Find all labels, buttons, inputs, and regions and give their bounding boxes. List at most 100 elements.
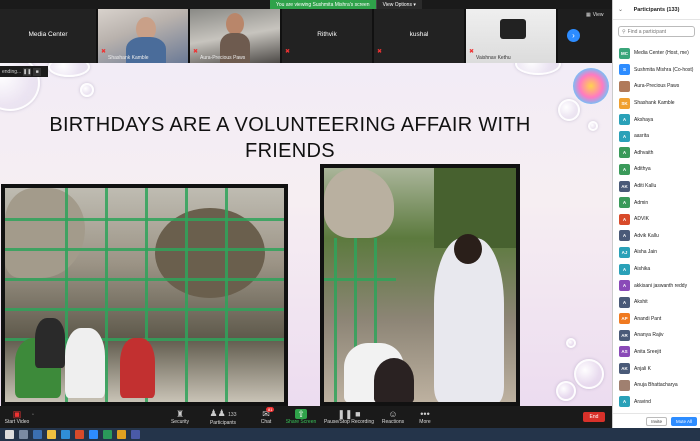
participants-panel: ⌄ Participants (133) ⚲ MC Media Center (H… [612,0,700,428]
participant-row[interactable]: AR Ananya Rajiv [613,327,700,344]
next-page-arrow-icon[interactable]: › [567,29,580,42]
search-taskbar-icon[interactable] [19,430,28,439]
mute-all-button[interactable]: Mute All [670,416,697,426]
start-menu-icon[interactable] [5,430,14,439]
pause-icon[interactable]: ❚❚ [23,67,31,76]
decorative-bubble [566,338,576,348]
start-video-button[interactable]: ▣ Start Video [2,406,32,428]
share-screen-icon: ⇧ [295,409,307,419]
video-tile-kushal[interactable]: kushal ✖ [374,9,466,63]
participant-row[interactable]: A Adithya [613,161,700,178]
chevron-up-icon: ˆ [32,414,34,420]
chevron-down-icon: ▾ [413,1,416,8]
participant-avatar: AR [619,329,630,341]
edge-browser-icon[interactable] [61,430,70,439]
reactions-label: Reactions [381,419,405,425]
participant-name: Aditi Kallu [634,183,657,190]
child-figure [35,318,65,368]
camel-body-shape [155,208,265,298]
grid-view-icon: ▦ [586,12,591,18]
participant-row[interactable]: A ADVIK [613,211,700,228]
fence-bar [334,238,337,402]
participant-row[interactable]: AJ Aisha Jain [613,244,700,261]
participant-avatar: MC [619,47,630,59]
participants-button[interactable]: ♟♟ 133 Participants [206,406,240,428]
video-tile-media-center[interactable]: Media Center [0,9,98,63]
office-icon[interactable] [75,430,84,439]
participant-row[interactable]: AP Anandi Pant [613,311,700,328]
recording-button[interactable]: ❚❚ ■ Pause/Stop Recording [322,406,376,428]
video-tile-shashank[interactable]: ✖ Shashank Kamble [98,9,190,63]
participant-row[interactable]: Aura-Precious Paws [613,78,700,95]
app-icon[interactable] [131,430,140,439]
child-figure [65,328,105,398]
zoom-app-icon[interactable] [89,430,98,439]
slide-title: BIRTHDAYS ARE A VOLUNTEERING AFFAIR WITH… [49,114,531,162]
participant-name: Shashank Kamble [634,100,675,107]
participant-row[interactable]: AK Aditi Kallu [613,178,700,195]
participant-row[interactable]: Aakkisani jaswanth reddy [613,277,700,294]
participants-panel-footer: Invite Mute All [613,413,700,428]
security-button[interactable]: ♜ Security [164,406,196,428]
video-tile-aura[interactable]: ✖ Aura-Precious Paws [190,9,282,63]
camel-head-shape [5,188,85,278]
video-off-icon: ▣ [12,409,22,419]
video-tile-name: Vaishnav Kethu [476,55,511,61]
start-video-label: Start Video [4,419,30,425]
organization-logo [573,68,609,104]
participant-search-input[interactable] [627,28,694,35]
participant-name: Anjali K [634,365,651,372]
participant-row[interactable]: A Akshit [613,294,700,311]
invite-button[interactable]: Invite [646,416,667,426]
participant-row[interactable]: MC Media Center (Host, me) [613,45,700,62]
participant-name: akkisani jaswanth reddy [634,282,688,289]
chrome-icon[interactable] [117,430,126,439]
video-options-caret[interactable]: ˆ [30,406,36,428]
view-button[interactable]: ▦ View [586,12,603,18]
participant-row[interactable]: A Aravind [613,393,700,410]
excel-icon[interactable] [103,430,112,439]
chat-button[interactable]: ✉ 81 Chat [254,406,278,428]
participant-avatar: A [619,163,630,175]
stop-icon[interactable]: ■ [33,67,42,76]
participant-name: Media Center (Host, me) [634,50,689,57]
participant-avatar: A [619,280,630,292]
decorative-bubble [80,83,94,97]
participant-row[interactable]: Anuja Bhattacharya [613,377,700,394]
participant-row[interactable]: S Sushmita Mishra (Co-host) [613,62,700,79]
view-options-label: View Options [382,1,412,8]
participant-avatar: A [619,263,630,275]
participant-row[interactable]: A Akshaya [613,111,700,128]
decorative-bubble [574,359,604,389]
task-view-icon[interactable] [33,430,42,439]
file-explorer-icon[interactable] [47,430,56,439]
share-screen-button[interactable]: ⇧ Share Screen [284,406,318,428]
participant-avatar: A [619,396,630,408]
participant-row[interactable]: Aaasrita [613,128,700,145]
participant-name: ADVIK [634,216,650,223]
video-tile-name: Rithvik [317,31,337,38]
participant-row[interactable]: A Admin [613,194,700,211]
more-button[interactable]: ••• More [412,406,438,428]
video-tile-rithvik[interactable]: Rithvik ✖ [282,9,374,63]
participant-row[interactable]: SK Shashank Kamble [613,95,700,112]
participant-row[interactable]: AK Anjali K [613,360,700,377]
participant-row[interactable]: A Adhvaith [613,145,700,162]
view-options-button[interactable]: View Options ▾ [375,0,422,9]
more-label: More [419,419,431,425]
video-tile-vaishnav[interactable]: ✖ Vaishnav Kethu [466,9,558,63]
participant-name: Aishika [634,266,651,273]
share-screen-label: Share Screen [285,419,317,425]
participant-row[interactable]: A Advik Kallu [613,228,700,245]
collapse-chevron-icon[interactable]: ⌄ [618,6,623,13]
participant-search-box[interactable]: ⚲ [618,26,695,37]
participant-row[interactable]: A Aishika [613,261,700,278]
shield-icon: ♜ [175,409,185,419]
participant-row[interactable]: AS Anita Sreejit [613,344,700,361]
tree-background [434,168,516,248]
participant-avatar: A [619,296,630,308]
child-figure [120,338,155,398]
end-meeting-button[interactable]: End [583,412,605,422]
reactions-button[interactable]: ☺ Reactions [378,406,408,428]
participant-name: Adithya [634,166,651,173]
